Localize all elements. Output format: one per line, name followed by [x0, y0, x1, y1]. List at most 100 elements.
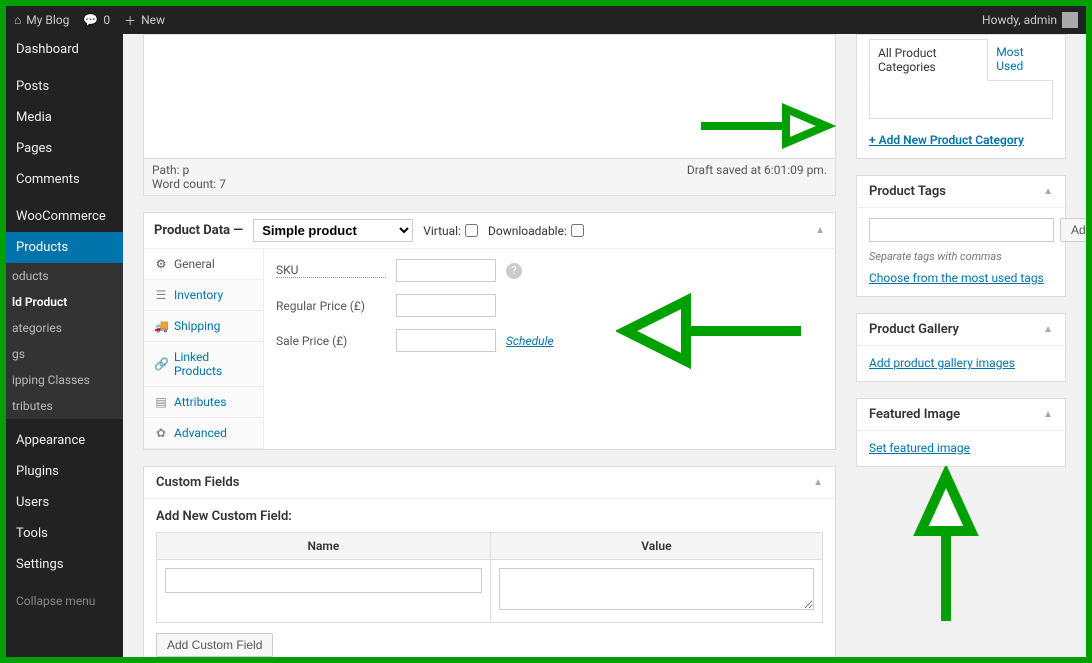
custom-fields-title: Custom Fields: [156, 475, 239, 490]
regular-price-label: Regular Price (£): [276, 299, 386, 313]
pd-tab-shipping[interactable]: 🚚Shipping: [144, 311, 263, 342]
toggle-gallery-icon[interactable]: ▲: [1043, 324, 1053, 335]
content-editor[interactable]: [143, 34, 836, 159]
featured-image-title: Featured Image: [869, 407, 960, 422]
sidebar-item-dashboard[interactable]: Dashboard: [6, 34, 123, 65]
sidebar-item-posts[interactable]: Posts: [6, 71, 123, 102]
add-gallery-images-link[interactable]: Add product gallery images: [869, 356, 1015, 370]
choose-most-used-tags-link[interactable]: Choose from the most used tags: [869, 271, 1044, 285]
gear-icon: ✿: [154, 426, 168, 440]
product-data-title: Product Data —: [154, 223, 243, 238]
sidebar-sub-attributes[interactable]: tributes: [6, 393, 123, 419]
plus-icon: ＋: [124, 12, 136, 29]
toggle-featured-icon[interactable]: ▲: [1043, 409, 1053, 420]
pd-tab-advanced[interactable]: ✿Advanced: [144, 418, 263, 449]
sidebar-item-products[interactable]: Products: [6, 232, 123, 263]
pd-tab-attributes[interactable]: ▤Attributes: [144, 387, 263, 418]
toggle-custom-fields-icon[interactable]: ▲: [813, 477, 823, 488]
word-count-label: Word count:: [152, 177, 216, 191]
avatar: [1062, 12, 1078, 28]
cf-col-value: Value: [490, 533, 822, 560]
sidebar-submenu-products: oducts ld Product ategories gs ipping Cl…: [6, 263, 123, 419]
admin-bar: ⌂ My Blog 💬 0 ＋ New Howdy, admin: [6, 6, 1086, 34]
help-icon[interactable]: ?: [506, 263, 522, 279]
collapse-menu[interactable]: Collapse menu: [6, 586, 123, 616]
regular-price-input[interactable]: [396, 294, 496, 317]
table-row: [157, 560, 823, 623]
tag-input[interactable]: [869, 218, 1054, 242]
howdy-text: Howdy, admin: [982, 13, 1057, 27]
downloadable-checkbox-label: Downloadable:: [488, 224, 584, 238]
custom-fields-table: Name Value: [156, 532, 823, 623]
product-categories-box: All Product Categories Most Used + Add N…: [856, 34, 1066, 159]
adminbar-site-link[interactable]: ⌂ My Blog: [14, 13, 69, 27]
add-custom-field-heading: Add New Custom Field:: [156, 509, 823, 524]
custom-fields-panel: Custom Fields ▲ Add New Custom Field: Na…: [143, 466, 836, 657]
sidebar-item-comments[interactable]: Comments: [6, 164, 123, 195]
pd-tab-general[interactable]: ⚙General: [144, 249, 263, 280]
adminbar-comments-link[interactable]: 💬 0: [83, 13, 110, 27]
pd-tab-inventory[interactable]: ☰Inventory: [144, 280, 263, 311]
schedule-link[interactable]: Schedule: [506, 334, 554, 348]
adminbar-site-name: My Blog: [26, 13, 69, 27]
editor-path-label: Path:: [152, 163, 179, 177]
link-icon: 🔗: [154, 357, 168, 371]
toggle-tags-icon[interactable]: ▲: [1043, 186, 1053, 197]
inventory-icon: ☰: [154, 288, 168, 302]
product-gallery-title: Product Gallery: [869, 322, 959, 337]
product-tags-title: Product Tags: [869, 184, 946, 199]
sliders-icon: ⚙: [154, 257, 168, 271]
product-type-select[interactable]: Simple product: [253, 219, 413, 242]
draft-saved-text: Draft saved at 6:01:09 pm.: [226, 163, 827, 191]
home-icon: ⌂: [14, 13, 21, 27]
sku-input[interactable]: [396, 259, 496, 282]
sidebar-sub-products[interactable]: oducts: [6, 263, 123, 289]
editor-path-value: p: [182, 163, 189, 177]
sidebar-item-pages[interactable]: Pages: [6, 133, 123, 164]
sidebar-sub-shipping-classes[interactable]: ipping Classes: [6, 367, 123, 393]
adminbar-howdy[interactable]: Howdy, admin: [982, 12, 1078, 28]
cf-value-input[interactable]: [499, 568, 814, 610]
sidebar-item-tools[interactable]: Tools: [6, 518, 123, 549]
sidebar-item-appearance[interactable]: Appearance: [6, 425, 123, 456]
downloadable-checkbox[interactable]: [571, 224, 584, 237]
add-custom-field-button[interactable]: Add Custom Field: [156, 633, 273, 657]
sale-price-input[interactable]: [396, 329, 496, 352]
sidebar-item-settings[interactable]: Settings: [6, 549, 123, 580]
sidebar-item-media[interactable]: Media: [6, 102, 123, 133]
truck-icon: 🚚: [154, 319, 168, 333]
cf-name-input[interactable]: [165, 568, 482, 593]
featured-image-box: Featured Image ▲ Set featured image: [856, 398, 1066, 467]
admin-sidebar: Dashboard Posts Media Pages Comments Woo…: [6, 34, 123, 657]
adminbar-new-label: New: [141, 13, 165, 27]
sku-label: SKU: [276, 263, 386, 278]
tags-hint: Separate tags with commas: [869, 250, 1053, 263]
add-tag-button[interactable]: Add: [1060, 218, 1086, 242]
word-count-value: 7: [219, 177, 226, 191]
sale-price-label: Sale Price (£): [276, 334, 386, 348]
sidebar-sub-categories[interactable]: ategories: [6, 315, 123, 341]
virtual-checkbox[interactable]: [465, 224, 478, 237]
cat-tab-most-used[interactable]: Most Used: [988, 39, 1053, 80]
product-tags-box: Product Tags ▲ Add Separate tags with co…: [856, 175, 1066, 297]
virtual-checkbox-label: Virtual:: [423, 224, 478, 238]
sidebar-sub-add-product[interactable]: ld Product: [6, 289, 123, 315]
sidebar-item-plugins[interactable]: Plugins: [6, 456, 123, 487]
attributes-icon: ▤: [154, 395, 168, 409]
cf-col-name: Name: [157, 533, 491, 560]
adminbar-comments-count: 0: [103, 13, 110, 27]
product-data-panel: Product Data — Simple product Virtual: D…: [143, 212, 836, 450]
editor-status-bar: Path: p Word count: 7 Draft saved at 6:0…: [143, 159, 836, 196]
set-featured-image-link[interactable]: Set featured image: [869, 441, 970, 455]
category-list[interactable]: [869, 81, 1053, 119]
adminbar-new-link[interactable]: ＋ New: [124, 12, 165, 29]
product-gallery-box: Product Gallery ▲ Add product gallery im…: [856, 313, 1066, 382]
pd-tab-linked-products[interactable]: 🔗Linked Products: [144, 342, 263, 387]
toggle-product-data-icon[interactable]: ▲: [815, 225, 825, 236]
sidebar-sub-tags[interactable]: gs: [6, 341, 123, 367]
sidebar-item-users[interactable]: Users: [6, 487, 123, 518]
sidebar-item-woocommerce[interactable]: WooCommerce: [6, 201, 123, 232]
cat-tab-all[interactable]: All Product Categories: [869, 39, 988, 81]
product-data-tabs: ⚙General ☰Inventory 🚚Shipping 🔗Linked Pr…: [144, 249, 264, 449]
add-new-category-link[interactable]: + Add New Product Category: [869, 133, 1024, 147]
